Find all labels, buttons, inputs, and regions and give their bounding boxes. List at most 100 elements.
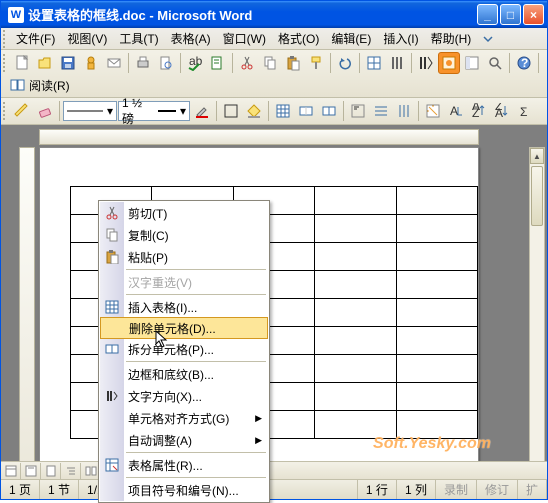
cm-borders-shading[interactable]: 边框和底纹(B)... [100, 363, 268, 385]
paste-icon[interactable] [282, 52, 304, 74]
menu-file[interactable]: 文件(F) [10, 28, 61, 49]
menu-help[interactable]: 帮助(H) [425, 28, 478, 49]
format-painter-icon[interactable] [305, 52, 327, 74]
change-direction-icon[interactable]: A [445, 100, 467, 122]
app-icon: W [8, 7, 24, 23]
cm-split-cells[interactable]: 拆分单元格(P)... [100, 338, 268, 360]
menu-edit[interactable]: 编辑(E) [325, 28, 377, 49]
maximize-button[interactable]: □ [500, 4, 521, 25]
insert-table-icon [103, 300, 121, 314]
ruler-vertical[interactable] [19, 147, 35, 461]
show-marks-icon[interactable] [415, 52, 437, 74]
autoformat-icon[interactable] [422, 100, 444, 122]
cm-paste-label: 粘贴(P) [128, 249, 168, 266]
menu-expand-icon[interactable] [477, 32, 499, 46]
undo-icon[interactable] [334, 52, 356, 74]
help-icon[interactable]: ? [513, 52, 535, 74]
vertical-scrollbar[interactable]: ▲ [529, 147, 545, 461]
sort-asc-icon[interactable]: AZ [468, 100, 490, 122]
shading-color-icon[interactable] [243, 100, 265, 122]
statusbar: 1 页 1 节 1/1 1 行 1 列 录制 修订 扩 [1, 479, 547, 499]
cut-icon[interactable] [236, 52, 258, 74]
menu-insert[interactable]: 插入(I) [377, 28, 424, 49]
permission-icon[interactable] [80, 52, 102, 74]
close-button[interactable]: × [523, 4, 544, 25]
new-doc-icon[interactable] [11, 52, 33, 74]
zoom-icon[interactable] [484, 52, 506, 74]
cm-paste[interactable]: 粘贴(P) [100, 246, 268, 268]
separator [126, 361, 266, 362]
distribute-cols-icon[interactable] [393, 100, 415, 122]
insert-table-icon[interactable] [272, 100, 294, 122]
toolbar-grip[interactable] [3, 54, 6, 72]
menu-tools[interactable]: 工具(T) [113, 28, 164, 49]
cm-bullets-label: 项目符号和编号(N)... [128, 482, 239, 499]
outside-border-icon[interactable] [220, 100, 242, 122]
document-area: Soft.Yesky.com ▲ [1, 125, 547, 461]
merge-cells-icon[interactable] [295, 100, 317, 122]
split-cells-icon[interactable] [318, 100, 340, 122]
print-layout-view-icon[interactable] [41, 463, 61, 479]
copy-icon[interactable] [259, 52, 281, 74]
print-icon[interactable] [132, 52, 154, 74]
minimize-button[interactable]: _ [477, 4, 498, 25]
menu-view[interactable]: 视图(V) [61, 28, 113, 49]
doc-map-icon[interactable] [461, 52, 483, 74]
cm-table-properties[interactable]: 表格属性(R)... [100, 454, 268, 476]
reading-button[interactable]: 阅读(R) [3, 75, 77, 95]
cm-cell-alignment[interactable]: 单元格对齐方式(G) ▶ [100, 407, 268, 429]
window-buttons: _ □ × [477, 4, 544, 25]
toolbar-grip[interactable] [3, 30, 6, 48]
separator [330, 53, 331, 73]
autosum-icon[interactable]: Σ [514, 100, 536, 122]
cm-bullets-numbering[interactable]: 项目符号和编号(N)... [100, 479, 268, 501]
tables-borders-icon[interactable] [363, 52, 385, 74]
cm-copy[interactable]: 复制(C) [100, 224, 268, 246]
scroll-thumb[interactable] [531, 166, 543, 226]
cm-borders-label: 边框和底纹(B)... [128, 366, 214, 383]
ruler-horizontal[interactable] [39, 129, 479, 145]
save-icon[interactable] [57, 52, 79, 74]
status-rec: 录制 [436, 480, 477, 499]
toolbar-grip[interactable] [3, 102, 6, 120]
sort-desc-icon[interactable]: ZA [491, 100, 513, 122]
separator [180, 53, 181, 73]
research-icon[interactable] [207, 52, 229, 74]
cm-table-props-label: 表格属性(R)... [128, 457, 203, 474]
menu-table[interactable]: 表格(A) [165, 28, 217, 49]
standard-toolbar: ab ? 阅读(R) [1, 50, 547, 98]
drawing-icon[interactable] [438, 52, 460, 74]
line-style-combo[interactable]: ▾ [63, 101, 117, 121]
border-color-icon[interactable] [191, 100, 213, 122]
separator [126, 294, 266, 295]
cm-delete-cells[interactable]: 删除单元格(D)... [100, 317, 268, 339]
cm-autofit[interactable]: 自动调整(A) ▶ [100, 429, 268, 451]
cm-han-reselect: 汉字重选(V) [100, 271, 268, 293]
separator [126, 269, 266, 270]
normal-view-icon[interactable] [1, 463, 21, 479]
email-icon[interactable] [103, 52, 125, 74]
separator [128, 53, 129, 73]
draw-table-icon[interactable] [11, 100, 33, 122]
outline-view-icon[interactable] [61, 463, 81, 479]
distribute-rows-icon[interactable] [370, 100, 392, 122]
eraser-icon[interactable] [34, 100, 56, 122]
menu-window[interactable]: 窗口(W) [217, 28, 272, 49]
status-page: 1 页 [1, 480, 40, 499]
cm-insert-table[interactable]: 插入表格(I)... [100, 296, 268, 318]
separator [232, 53, 233, 73]
cm-text-direction[interactable]: 文字方向(X)... [100, 385, 268, 407]
copy-icon [103, 228, 121, 242]
line-weight-combo[interactable]: 1 ½ 磅 ▾ [118, 101, 190, 121]
web-view-icon[interactable] [21, 463, 41, 479]
separator [126, 452, 266, 453]
print-preview-icon[interactable] [155, 52, 177, 74]
menu-format[interactable]: 格式(O) [272, 28, 325, 49]
align-top-left-icon[interactable] [347, 100, 369, 122]
scroll-up-icon[interactable]: ▲ [530, 148, 544, 164]
spelling-icon[interactable]: ab [184, 52, 206, 74]
cm-cut[interactable]: 剪切(T) [100, 202, 268, 224]
open-icon[interactable] [34, 52, 56, 74]
columns-icon[interactable] [386, 52, 408, 74]
cm-split-cells-label: 拆分单元格(P)... [128, 341, 214, 358]
